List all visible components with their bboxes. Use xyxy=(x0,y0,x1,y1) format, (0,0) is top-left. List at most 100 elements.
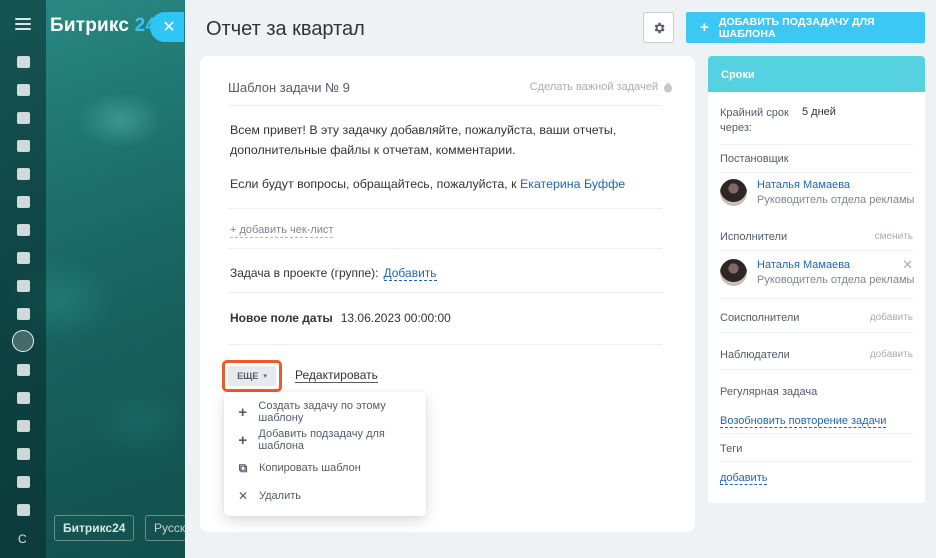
more-button[interactable]: ЕЩЕ ▾ xyxy=(228,366,276,386)
robot-icon[interactable] xyxy=(17,476,30,488)
copy-icon: ⧉ xyxy=(238,460,248,475)
add-subtask-button[interactable]: + ДОБАВИТЬ ПОДЗАДАЧУ ДЛЯ ШАБЛОНА xyxy=(686,12,925,43)
menu-item-create-task[interactable]: + Создать задачу по этому шаблону xyxy=(224,398,426,426)
menu-burger-icon[interactable] xyxy=(15,18,31,30)
menu-item-label: Добавить подзадачу для шаблона xyxy=(258,428,385,452)
deadline-value: 5 дней xyxy=(802,106,836,118)
divider xyxy=(228,208,662,209)
language-selector[interactable]: Русский xyxy=(145,515,190,541)
date-field-row: Новое поле даты 13.06.2023 00:00:00 xyxy=(230,311,451,325)
task-description: Всем привет! В эту задачку добавляйте, п… xyxy=(230,120,670,194)
menu-item-add-subtask[interactable]: + Добавить подзадачу для шаблона xyxy=(224,426,426,454)
mail-icon[interactable] xyxy=(17,84,30,96)
divider xyxy=(720,298,913,299)
edit-link[interactable]: Редактировать xyxy=(295,369,378,383)
documents-icon[interactable] xyxy=(17,140,30,152)
divider xyxy=(228,292,662,293)
deadline-label: Крайний срок через: xyxy=(720,107,789,134)
coexecutors-label: Соисполнители xyxy=(720,312,800,324)
description-paragraph-contact: Если будут вопросы, обращайтесь, пожалуй… xyxy=(230,174,670,194)
add-checklist-link[interactable]: + добавить чек-лист xyxy=(230,224,334,238)
template-title: Шаблон задачи № 9 xyxy=(228,80,350,95)
flame-icon xyxy=(664,81,672,93)
left-menu-rail: C xyxy=(0,0,46,558)
assignee-name-link[interactable]: Наталья Мамаева xyxy=(757,259,850,271)
divider xyxy=(720,461,913,462)
activity-stream-icon[interactable] xyxy=(17,56,30,68)
make-important-toggle[interactable]: Сделать важной задачей xyxy=(530,81,673,93)
remove-assignee-icon[interactable]: ✕ xyxy=(902,257,913,273)
coexecutors-add-link[interactable]: добавить xyxy=(870,312,913,323)
gear-icon xyxy=(654,22,665,33)
divider xyxy=(228,105,662,106)
task-card: Шаблон задачи № 9 Сделать важной задачей… xyxy=(200,56,695,532)
shop-icon[interactable] xyxy=(17,392,30,404)
divider xyxy=(228,344,662,345)
tasks-icon[interactable] xyxy=(12,330,34,352)
coexecutors-row: Соисполнители добавить xyxy=(720,312,913,324)
footer-logo[interactable]: Битрикс24 xyxy=(54,515,135,541)
mentioned-user-link[interactable]: Екатерина Буффе xyxy=(520,177,625,191)
crm-icon[interactable] xyxy=(17,252,30,264)
creator-label: Постановщик xyxy=(720,153,789,165)
tags-label: Теги xyxy=(720,443,743,455)
recurring-label: Регулярная задача xyxy=(720,386,818,398)
notes-icon[interactable] xyxy=(17,308,30,320)
date-field-value: 13.06.2023 00:00:00 xyxy=(340,311,451,325)
menu-item-label: Удалить xyxy=(259,490,301,502)
chat-icon[interactable] xyxy=(17,196,30,208)
box-icon[interactable] xyxy=(17,504,30,516)
creator-name-link[interactable]: Наталья Мамаева xyxy=(757,179,850,191)
observers-row: Наблюдатели добавить xyxy=(720,349,913,361)
assignee-role: Руководитель отдела рекламы xyxy=(757,274,915,286)
divider xyxy=(720,172,913,173)
contacts-icon[interactable] xyxy=(17,168,30,180)
make-important-label: Сделать важной задачей xyxy=(529,81,658,93)
project-add-link[interactable]: Добавить xyxy=(383,266,437,281)
filter-icon[interactable] xyxy=(17,364,30,376)
divider xyxy=(720,144,913,145)
more-popup-menu: + Создать задачу по этому шаблону + Добави… xyxy=(224,392,426,516)
recurring-link[interactable]: Возобновить повторение задачи xyxy=(720,415,887,428)
plus-icon: + xyxy=(700,19,709,36)
creator-person: Наталья Мамаева Руководитель отдела рекл… xyxy=(720,177,915,207)
brand-logo[interactable]: Битрикс 24 xyxy=(50,15,156,37)
menu-item-label: Копировать шаблон xyxy=(259,462,361,474)
project-row: Задача в проекте (группе): Добавить xyxy=(230,266,437,281)
close-slider-button[interactable]: ✕ xyxy=(150,12,184,42)
observers-add-link[interactable]: добавить xyxy=(870,349,913,360)
plus-icon: + xyxy=(238,403,248,421)
assignee-person: Наталья Мамаева Руководитель отдела рекл… xyxy=(720,257,915,287)
brand-name: Битрикс xyxy=(50,15,130,36)
cart-icon[interactable] xyxy=(17,420,30,432)
menu-item-delete[interactable]: ✕ Удалить xyxy=(224,482,426,510)
creator-role: Руководитель отдела рекламы xyxy=(757,194,915,206)
avatar[interactable] xyxy=(720,179,747,206)
chevron-down-icon: ▾ xyxy=(263,373,267,380)
tags-add-link[interactable]: добавить xyxy=(720,472,768,485)
divider xyxy=(228,248,662,249)
observers-label: Наблюдатели xyxy=(720,349,790,361)
description-text: Если будут вопросы, обращайтесь, пожалуй… xyxy=(230,177,520,191)
plus-icon: + xyxy=(238,431,248,449)
page-title: Отчет за квартал xyxy=(206,18,365,40)
divider xyxy=(720,332,913,333)
description-paragraph: Всем привет! В эту задачку добавляйте, п… xyxy=(230,123,617,157)
task-template-slider: Отчет за квартал + ДОБАВИТЬ ПОДЗАДАЧУ ДЛ… xyxy=(185,0,936,558)
menu-item-copy-template[interactable]: ⧉ Копировать шаблон xyxy=(224,454,426,482)
date-field-label: Новое поле даты xyxy=(230,311,333,325)
assignees-row: Исполнители сменить xyxy=(720,231,913,243)
avatar[interactable] xyxy=(720,259,747,286)
sign-icon[interactable] xyxy=(17,448,30,460)
close-icon: ✕ xyxy=(162,19,176,36)
more-button-highlight: ЕЩЕ ▾ xyxy=(222,360,282,392)
more-button-label: ЕЩЕ xyxy=(237,371,259,381)
divider xyxy=(720,369,913,370)
settings-button[interactable] xyxy=(643,12,674,43)
drive-icon[interactable] xyxy=(17,224,30,236)
calendar-icon[interactable] xyxy=(17,112,30,124)
employees-icon[interactable] xyxy=(17,280,30,292)
rail-c-icon[interactable]: C xyxy=(18,532,27,546)
assignees-change-link[interactable]: сменить xyxy=(875,231,913,242)
close-icon: ✕ xyxy=(237,489,249,503)
